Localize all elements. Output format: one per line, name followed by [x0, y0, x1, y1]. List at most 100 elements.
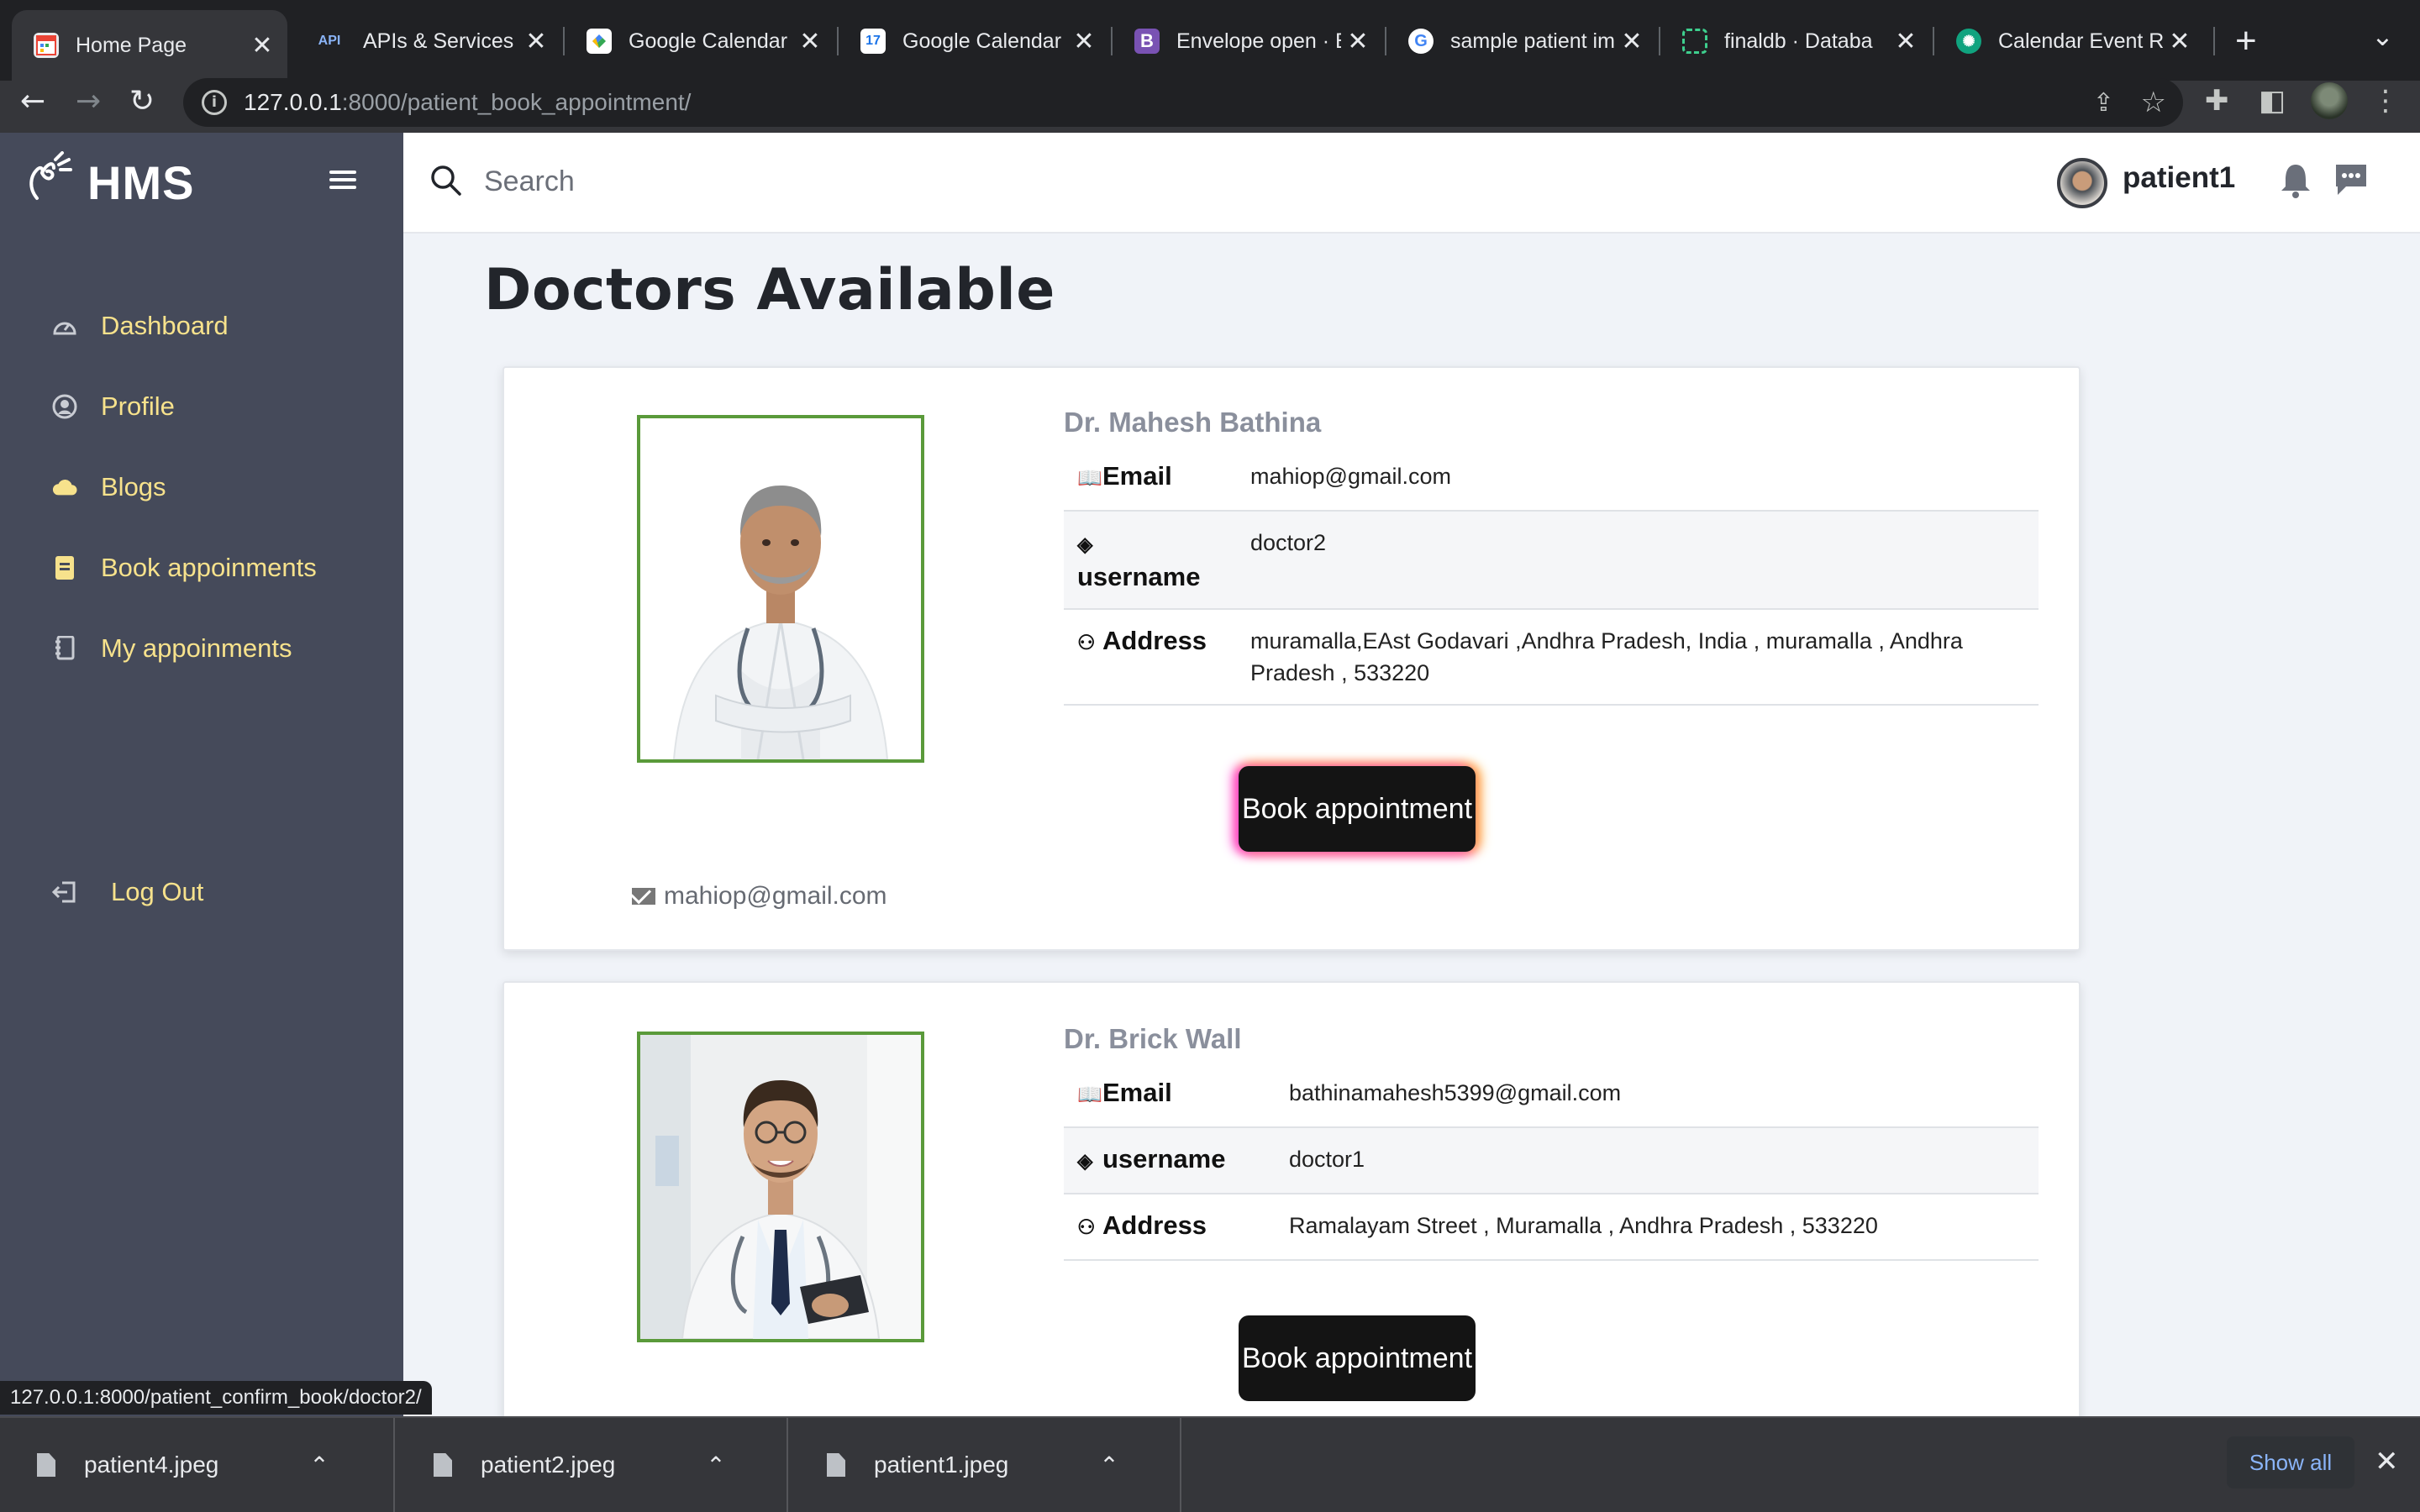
menu-list-icon[interactable] [329, 166, 356, 193]
file-icon [37, 1453, 55, 1477]
download-item[interactable]: patient4.jpeg ⌃ [0, 1418, 395, 1512]
brand[interactable]: HMS [25, 151, 194, 213]
new-tab-button[interactable]: + [2235, 20, 2257, 62]
diagram-icon: ⚇ [1077, 1216, 1096, 1239]
close-tab-icon[interactable]: ✕ [1341, 27, 1375, 56]
download-bar: patient4.jpeg ⌃ patient2.jpeg ⌃ patient1… [0, 1416, 2420, 1512]
tab-sample-patient[interactable]: G sample patient im ✕ [1386, 12, 1657, 71]
close-tab-icon[interactable]: ✕ [1889, 27, 1923, 56]
tab-search-chevron-icon[interactable]: ⌄ [2371, 20, 2394, 52]
download-filename: patient2.jpeg [481, 1452, 616, 1478]
sidebar-item-profile[interactable]: Profile [52, 391, 175, 422]
side-panel-icon[interactable]: ◧ [2259, 84, 2286, 118]
info-row-username: ◈ username doctor2 [1064, 511, 2039, 610]
envelope-icon [632, 888, 655, 905]
search-icon [431, 165, 461, 196]
book-appointment-button[interactable]: Book appointment [1239, 1315, 1476, 1401]
diagram-icon: ⚇ [1077, 632, 1096, 654]
tab-separator [2213, 27, 2215, 55]
doctor-name: Dr. Mahesh Bathina [1064, 407, 1322, 438]
google-icon: G [1408, 29, 1434, 54]
download-item[interactable]: patient2.jpeg ⌃ [397, 1418, 788, 1512]
url-text: 127.0.0.1:8000/patient_book_appointment/ [244, 89, 692, 115]
tab-finaldb[interactable]: finaldb · Databa ✕ [1660, 12, 1931, 71]
close-tab-icon[interactable]: ✕ [245, 31, 279, 60]
logout-button[interactable]: Log Out [52, 877, 203, 907]
tab-title: Google Calendar [902, 29, 1062, 53]
info-key: 📖Email [1064, 445, 1237, 512]
sidebar-item-my-appoinments[interactable]: My appoinments [52, 633, 292, 664]
address-bar[interactable]: i 127.0.0.1:8000/patient_book_appointmen… [183, 78, 2183, 127]
gauge-icon [52, 313, 77, 339]
tab-title: sample patient im [1450, 29, 1615, 53]
sidebar-item-label: Profile [101, 391, 175, 421]
api-icon: API [318, 34, 341, 48]
info-value-address: Ramalayam Street , Muramalla , Andhra Pr… [1276, 1194, 2039, 1261]
browser-profile-avatar[interactable] [2311, 82, 2348, 119]
reload-icon[interactable]: ↻ [129, 84, 155, 118]
close-tab-icon[interactable]: ✕ [793, 27, 827, 56]
doctor-footer-email: mahiop@gmail.com [632, 882, 887, 911]
extensions-puzzle-icon[interactable]: ✚ [2205, 84, 2229, 118]
avatar[interactable] [2057, 158, 2107, 208]
share-icon[interactable]: ⇪ [2093, 88, 2114, 118]
tab-apis-services[interactable]: API APIs & Services – ✕ [291, 12, 561, 71]
sidebar-item-blogs[interactable]: Blogs [52, 472, 166, 502]
download-item[interactable]: patient1.jpeg ⌃ [790, 1418, 1181, 1512]
top-bar: patient1 [403, 133, 2420, 234]
logout-label: Log Out [111, 877, 204, 906]
tab-title: APIs & Services – [363, 29, 519, 53]
info-value-username: doctor2 [1237, 511, 2039, 610]
sidebar-item-book-appoinments[interactable]: Book appoinments [52, 553, 317, 583]
info-key: ◈ username [1064, 511, 1237, 610]
tab-google-calendar-1[interactable]: Google Calendar ✕ [565, 12, 835, 71]
site-info-icon[interactable]: i [202, 90, 227, 115]
sidebar-item-dashboard[interactable]: Dashboard [52, 311, 229, 341]
close-tab-icon[interactable]: ✕ [1067, 27, 1101, 56]
browser-menu-icon[interactable]: ⋮ [2371, 84, 2400, 118]
chevron-up-icon[interactable]: ⌃ [294, 1452, 345, 1479]
hand-wave-logo-icon [25, 151, 72, 213]
calendar-grid-icon [34, 33, 59, 58]
doctor-card: Dr. Brick Wall 📖Email bathinamahesh5399@… [502, 981, 2081, 1416]
file-icon [434, 1453, 452, 1477]
forward-arrow-icon[interactable]: → [76, 84, 101, 118]
chat-icon[interactable] [2333, 161, 2370, 198]
sidebar-item-label: Dashboard [101, 311, 229, 340]
info-row-email: 📖Email bathinamahesh5399@gmail.com [1064, 1062, 2039, 1128]
show-all-button[interactable]: Show all [2227, 1436, 2354, 1488]
openai-icon: ✺ [1956, 29, 1981, 54]
doctor-name: Dr. Brick Wall [1064, 1023, 1242, 1054]
close-tab-icon[interactable]: ✕ [519, 27, 553, 56]
info-value-address: muramalla,EAst Godavari ,Andhra Pradesh,… [1237, 609, 2039, 706]
logout-icon [52, 879, 77, 905]
info-row-address: ⚇ Address muramalla,EAst Godavari ,Andhra… [1064, 609, 2039, 706]
info-key: ⚇ Address [1064, 609, 1237, 706]
chevron-up-icon[interactable]: ⌃ [691, 1452, 741, 1479]
chevron-up-icon[interactable]: ⌃ [1084, 1452, 1134, 1479]
bell-icon[interactable] [2279, 161, 2312, 198]
close-tab-icon[interactable]: ✕ [1615, 27, 1649, 56]
search-input[interactable] [484, 156, 1072, 207]
download-filename: patient4.jpeg [84, 1452, 219, 1478]
close-icon[interactable]: ✕ [2375, 1445, 2399, 1478]
database-icon [1682, 29, 1707, 54]
user-circle-icon [52, 394, 77, 419]
sidebar-item-label: Book appoinments [101, 553, 317, 582]
book-appointment-button[interactable]: Book appointment [1239, 766, 1476, 852]
tab-home-page[interactable]: Home Page ✕ [12, 10, 287, 81]
tab-envelope-open[interactable]: B Envelope open · B ✕ [1113, 12, 1383, 71]
doctor-info-table: 📖Email mahiop@gmail.com ◈ username doctor… [1064, 445, 2039, 706]
brand-name: HMS [87, 155, 195, 209]
doctor-info-table: 📖Email bathinamahesh5399@gmail.com ◈ user… [1064, 1062, 2039, 1261]
download-filename: patient1.jpeg [874, 1452, 1009, 1478]
tab-google-calendar-2[interactable]: 17 Google Calendar ✕ [839, 12, 1109, 71]
user-name[interactable]: patient1 [2123, 161, 2235, 195]
tab-calendar-event[interactable]: ✺ Calendar Event R ✕ [1934, 12, 2205, 71]
layers-icon: ◈ [1077, 533, 1093, 556]
back-arrow-icon[interactable]: ← [20, 84, 45, 118]
tab-title: Calendar Event R [1998, 29, 2163, 53]
close-tab-icon[interactable]: ✕ [2163, 27, 2196, 56]
bookmark-star-icon[interactable]: ☆ [2141, 86, 2166, 119]
page-title: Doctors Available [484, 257, 1055, 323]
